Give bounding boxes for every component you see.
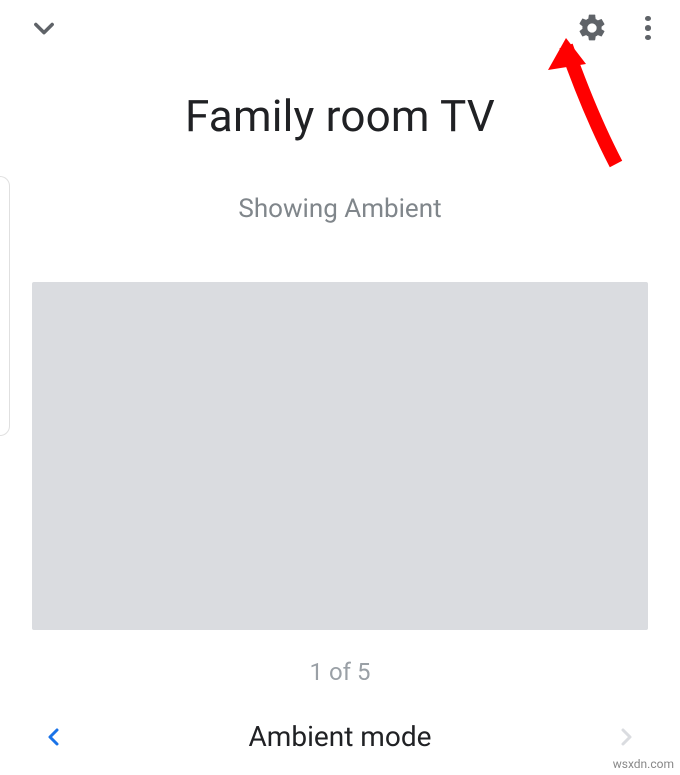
page-title: Family room TV <box>0 90 680 142</box>
side-tab-handle[interactable] <box>0 176 10 436</box>
gear-icon[interactable] <box>576 12 608 44</box>
more-vert-icon[interactable] <box>636 16 660 40</box>
ambient-preview[interactable] <box>32 282 648 630</box>
mode-label: Ambient mode <box>66 720 614 753</box>
chevron-down-icon[interactable] <box>30 14 58 42</box>
top-bar <box>0 0 680 48</box>
pager-text: 1 of 5 <box>0 658 680 686</box>
chevron-right-icon[interactable] <box>614 725 638 749</box>
chevron-left-icon[interactable] <box>42 725 66 749</box>
watermark: wsxdn.com <box>613 757 674 771</box>
mode-row: Ambient mode <box>0 720 680 753</box>
status-text: Showing Ambient <box>0 194 680 224</box>
